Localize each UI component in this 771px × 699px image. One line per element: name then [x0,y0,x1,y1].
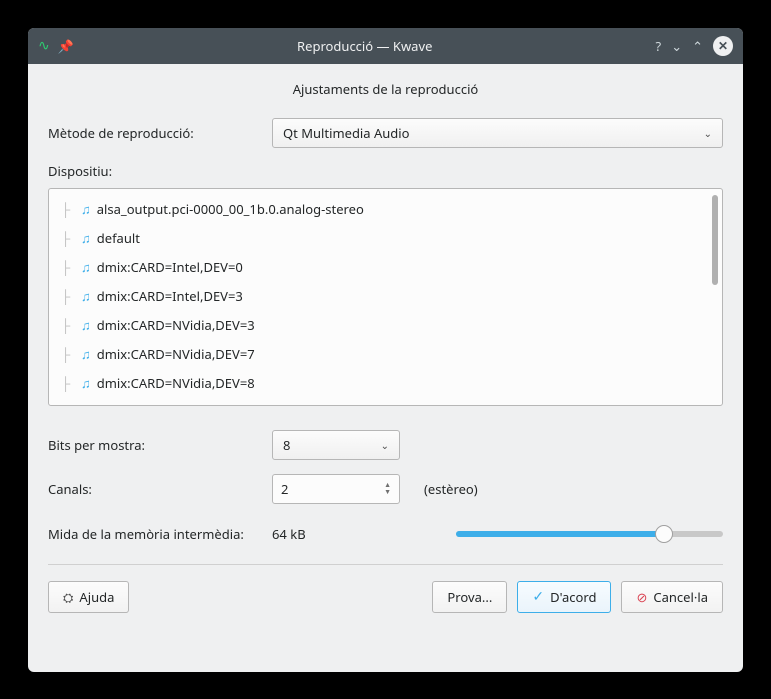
ok-button[interactable]: ✓ D'acord [517,581,611,613]
method-value: Qt Multimedia Audio [283,124,410,142]
help-gear-icon: ⛭ [63,588,73,606]
test-button-label: Prova... [447,588,492,606]
app-icon: ∿ [38,36,50,55]
list-item[interactable]: ├ ♫ default [53,224,718,253]
spin-arrows-icon[interactable]: ▲▼ [384,482,391,496]
dialog-window: ∿ 📌 Reproducció — Kwave ? ⌄ ⌃ ✕ Ajustame… [28,28,743,672]
device-name: default [97,229,140,247]
music-icon: ♫ [81,316,91,334]
device-name: dmix:CARD=NVidia,DEV=7 [97,345,255,363]
ok-button-label: D'acord [550,588,596,606]
device-name: dmix:CARD=Intel,DEV=3 [97,287,243,305]
section-title: Ajustaments de la reproducció [48,80,723,98]
window-title: Reproducció — Kwave [74,37,656,55]
method-combo[interactable]: Qt Multimedia Audio ⌄ [272,118,723,148]
channels-label: Canals: [48,480,258,498]
device-name: dmix:CARD=Intel,DEV=0 [97,258,243,276]
cancel-button-label: Cancel·la [653,588,708,606]
help-icon[interactable]: ? [656,37,662,55]
music-icon: ♫ [81,229,91,247]
list-item[interactable]: ├ ♫ dmix:CARD=NVidia,DEV=8 [53,369,718,398]
device-name: alsa_output.pci-0000_00_1b.0.analog-ster… [97,200,364,218]
channels-spinbox[interactable]: 2 ▲▼ [272,474,400,504]
cancel-icon: ⊘ [636,588,647,606]
cancel-button[interactable]: ⊘ Cancel·la [621,581,723,613]
channels-hint: (estèreo) [424,480,478,498]
music-icon: ♫ [81,374,91,392]
titlebar[interactable]: ∿ 📌 Reproducció — Kwave ? ⌄ ⌃ ✕ [28,28,743,64]
list-item[interactable]: ├ ♫ dmix:CARD=NVidia,DEV=3 [53,311,718,340]
method-label: Mètode de reproducció: [48,124,258,142]
slider-thumb[interactable] [655,525,673,543]
help-button-label: Ajuda [79,588,114,606]
music-icon: ♫ [81,287,91,305]
minimize-icon[interactable]: ⌄ [671,37,682,55]
chevron-down-icon: ⌄ [381,438,389,452]
close-icon[interactable]: ✕ [713,36,733,56]
list-item[interactable]: ├ ♫ dmix:CARD=Intel,DEV=3 [53,282,718,311]
maximize-icon[interactable]: ⌃ [692,37,703,55]
devices-label: Dispositiu: [48,162,723,180]
bits-combo[interactable]: 8 ⌄ [272,430,400,460]
buffer-value: 64 kB [272,525,332,543]
music-icon: ♫ [81,258,91,276]
bits-value: 8 [283,436,290,454]
test-button[interactable]: Prova... [432,581,507,613]
pin-icon[interactable]: 📌 [58,37,74,55]
chevron-down-icon: ⌄ [704,126,712,140]
channels-value: 2 [281,480,288,498]
devices-list[interactable]: ├ ♫ alsa_output.pci-0000_00_1b.0.analog-… [48,188,723,406]
list-item[interactable]: ├ ♫ alsa_output.pci-0000_00_1b.0.analog-… [53,195,718,224]
button-bar: ⛭ Ajuda Prova... ✓ D'acord ⊘ Cancel·la [48,564,723,613]
help-button[interactable]: ⛭ Ajuda [48,581,129,613]
buffer-slider[interactable] [456,524,723,544]
check-icon: ✓ [532,587,544,606]
list-item[interactable]: ├ ♫ dmix:CARD=Intel,DEV=0 [53,253,718,282]
music-icon: ♫ [81,345,91,363]
dialog-content: Ajustaments de la reproducció Mètode de … [28,64,743,672]
bits-label: Bits per mostra: [48,436,258,454]
list-item[interactable]: ├ ♫ dmix:CARD=NVidia,DEV=7 [53,340,718,369]
device-name: dmix:CARD=NVidia,DEV=8 [97,374,255,392]
music-icon: ♫ [81,200,91,218]
scrollbar[interactable] [712,195,718,285]
buffer-label: Mida de la memòria intermèdia: [48,525,258,543]
device-name: dmix:CARD=NVidia,DEV=3 [97,316,255,334]
